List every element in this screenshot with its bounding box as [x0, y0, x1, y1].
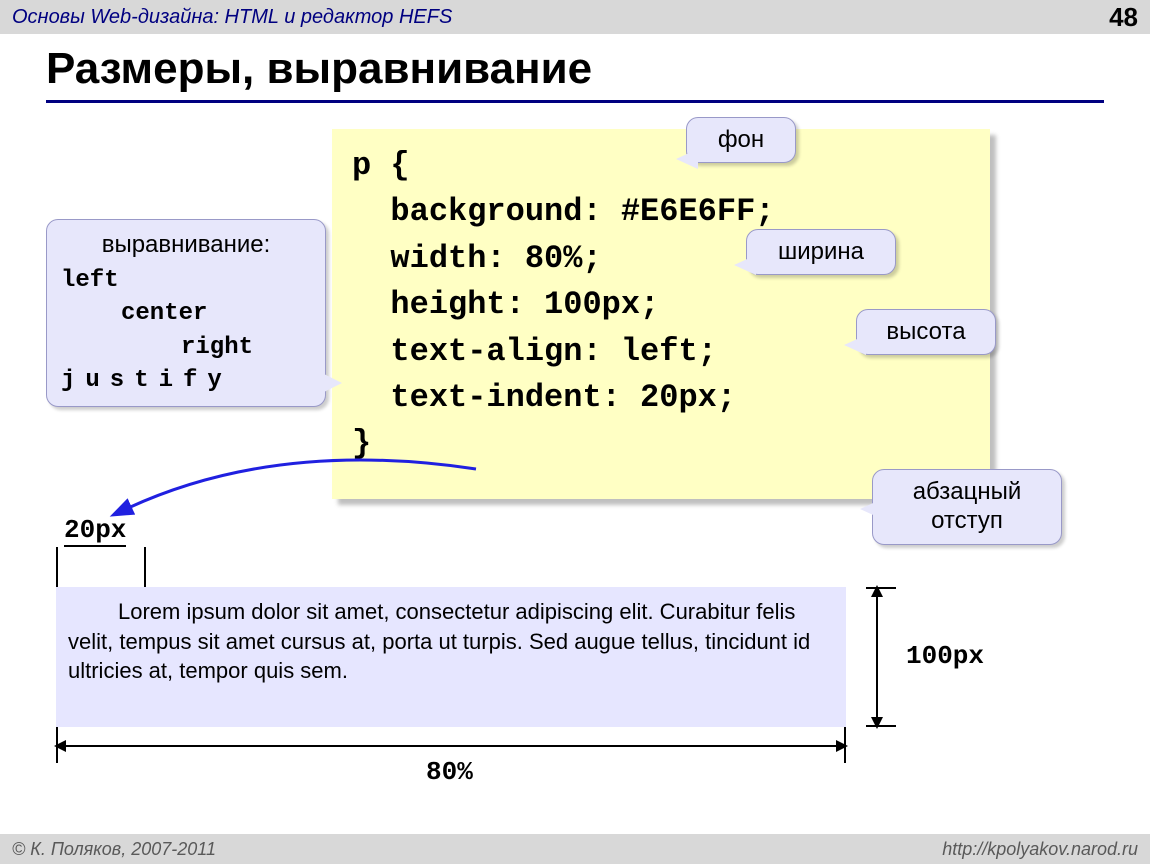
indent-bracket-icon: [56, 547, 146, 587]
height-label: 100px: [906, 641, 984, 671]
header-bar: Основы Web-дизайна: HTML и редактор HEFS…: [0, 0, 1150, 34]
callout-title: выравнивание:: [61, 228, 311, 264]
callout-tail-icon: [676, 149, 698, 169]
align-option: right: [61, 331, 311, 365]
footer-copyright: © К. Поляков, 2007-2011: [12, 839, 216, 860]
callout-indent: абзацный отступ: [872, 469, 1062, 545]
callout-tail-icon: [734, 255, 756, 275]
code-line: p {: [352, 143, 970, 189]
arrow-curve-icon: [76, 459, 496, 549]
footer-url: http://kpolyakov.narod.ru: [942, 839, 1138, 860]
code-line: text-indent: 20px;: [352, 375, 970, 421]
callout-tail-icon: [860, 499, 882, 519]
dim-arrow-icon: [56, 745, 846, 747]
callout-alignment: выравнивание: left center right justify: [46, 219, 326, 407]
callout-tail-icon: [314, 369, 342, 397]
callout-background: фон: [686, 117, 796, 163]
align-option: left: [61, 264, 311, 298]
height-dimension: 100px: [866, 587, 1026, 727]
callout-height: высота: [856, 309, 996, 355]
header-title: Основы Web-дизайна: HTML и редактор HEFS: [12, 6, 452, 29]
align-option: center: [61, 297, 311, 331]
dim-arrow-icon: [876, 587, 878, 727]
paragraph-text: Lorem ipsum dolor sit amet, consectetur …: [68, 597, 834, 686]
content-area: p { background: #E6E6FF; width: 80%; hei…: [46, 129, 1104, 829]
align-option: justify: [61, 364, 311, 398]
callout-tail-icon: [844, 335, 866, 355]
width-dimension: 80%: [56, 733, 846, 789]
example-paragraph: Lorem ipsum dolor sit amet, consectetur …: [56, 587, 846, 727]
slide-title: Размеры, выравнивание: [46, 44, 1104, 103]
width-label: 80%: [426, 757, 473, 787]
callout-width: ширина: [746, 229, 896, 275]
page-number: 48: [1109, 2, 1138, 33]
footer-bar: © К. Поляков, 2007-2011 http://kpolyakov…: [0, 834, 1150, 864]
